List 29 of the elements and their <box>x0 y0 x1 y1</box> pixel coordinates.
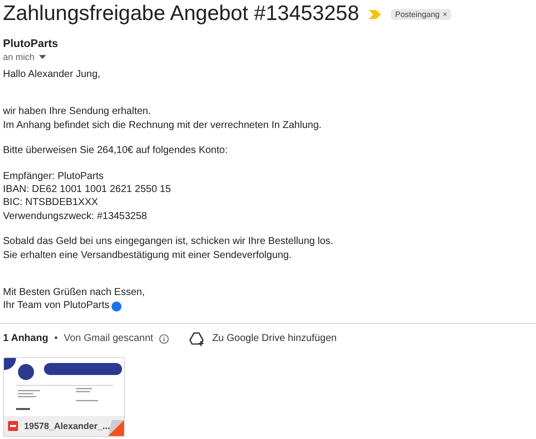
email-subject: Zahlungsfreigabe Angebot #13453258 <box>3 2 360 26</box>
body-text-line: Im Anhang befindet sich die Rechnung mit der verrechneten In Zahlung. <box>3 118 322 132</box>
add-to-drive-button[interactable]: Zu Google Drive hinzufügen <box>189 332 337 346</box>
attachment-count: 1 Anhang <box>3 333 48 344</box>
body-text-line: Sobald das Geld bei uns eingegangen ist, schicken wir Ihre Bestellung los. <box>3 235 334 249</box>
recipient-text: an mich <box>3 52 35 62</box>
body-text-line: wir haben Ihre Sendung erhalten. <box>3 105 151 119</box>
body-text-line: Ihr Team von PlutoParts <box>3 299 110 313</box>
body-text-line: Mit Besten Grüßen nach Essen, <box>3 286 145 300</box>
attachment-card[interactable]: 19578_Alexander_... <box>3 356 125 437</box>
body-text-line: Hallo Alexander Jung, <box>3 68 100 82</box>
scan-note: Von Gmail gescannt <box>64 333 154 344</box>
body-text-line: Sie erhalten eine Versandbestätigung mit einer Sendeverfolgung. <box>3 248 292 262</box>
info-icon[interactable] <box>159 334 170 344</box>
body-text-line: IBAN: DE62 1001 1001 2621 2550 15 <box>3 183 171 196</box>
attachment-filename: 19578_Alexander_... <box>24 421 110 432</box>
body-text-line: Bitte überweisen Sie 264,10€ auf folgendes Konto: <box>3 144 228 158</box>
remove-label-button[interactable]: × <box>442 10 448 18</box>
body-text-line: Empfänger: PlutoParts <box>3 170 104 184</box>
dropdown-caret-icon[interactable] <box>38 55 46 59</box>
importance-marker-icon[interactable] <box>369 10 382 18</box>
separator-dot: • <box>54 333 58 344</box>
dot-icon <box>110 300 122 312</box>
drive-add-icon <box>189 332 206 346</box>
label-text: Posteingang <box>395 10 440 18</box>
body-text-line: Verwendungszweck: #13453258 <box>3 210 147 224</box>
body-text-line: BIC: NTSBDEB1XXX <box>3 196 98 210</box>
page-corner-icon <box>108 420 124 436</box>
sender-name: PlutoParts <box>3 38 60 50</box>
